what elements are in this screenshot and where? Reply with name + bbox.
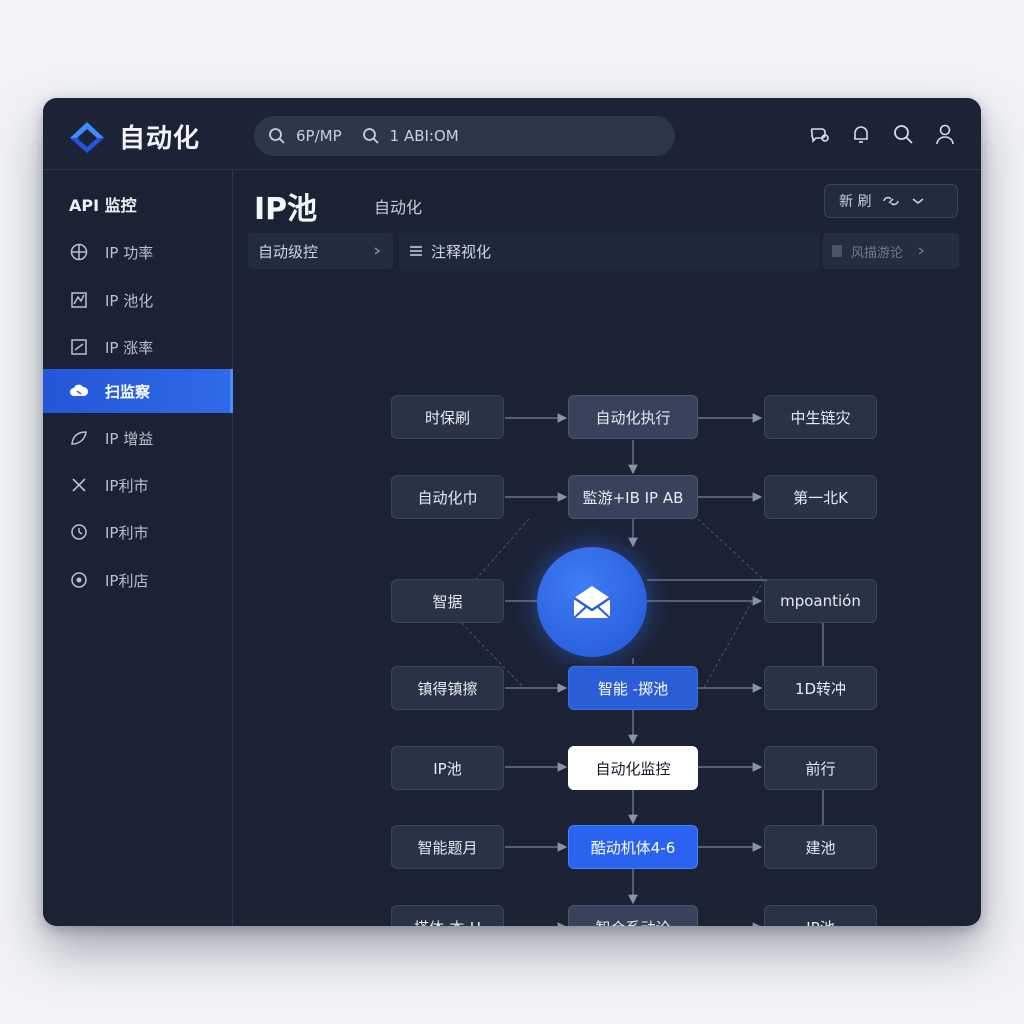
sidebar-title: API 监控 (69, 196, 137, 215)
sidebar-item-label: IP利市 (105, 523, 149, 542)
app-window: 自动化 6P/MP 1 ABI:OM API 监控 IP 功率 IP 池化 IP… (43, 98, 981, 926)
flow-node-left-7[interactable]: 搭体-本-H (391, 905, 504, 926)
chat-icon[interactable] (807, 122, 831, 146)
app-title: 自动化 (119, 124, 201, 154)
flow-node-right-4[interactable]: 1D转冲 (764, 666, 877, 710)
flow-node-left-1[interactable]: 时保刷 (391, 395, 504, 439)
sidebar-item-label: 扫监察 (105, 382, 151, 401)
sidebar-item-ip-market-1[interactable]: IP利市 (43, 463, 233, 507)
sidebar: API 监控 IP 功率 IP 池化 IP 涨率 扫监察 IP 增益 IP利市 … (43, 170, 233, 926)
sidebar-item-scan-monitor[interactable]: 扫监察 (43, 369, 233, 413)
chart-icon (69, 290, 89, 310)
flow-node-mid-5[interactable]: 酷动机体4-6 (568, 825, 698, 869)
flow-node-right-7[interactable]: IP池 (764, 905, 877, 926)
circle-dot-icon (69, 570, 89, 590)
flow-node-left-3[interactable]: 智据 (391, 579, 504, 623)
sidebar-item-ip-store[interactable]: IP利店 (43, 558, 233, 602)
flow-node-left-4[interactable]: 镇得镇擦 (391, 666, 504, 710)
split-icon (69, 475, 89, 495)
user-icon[interactable] (933, 122, 957, 146)
sidebar-item-ip-rate[interactable]: IP 涨率 (43, 325, 233, 369)
search-segment-1[interactable]: 6P/MP (268, 127, 342, 145)
sidebar-item-label: IP 涨率 (105, 338, 154, 357)
sidebar-item-ip-gain[interactable]: IP 增益 (43, 416, 233, 460)
hub-node[interactable] (537, 547, 647, 657)
search-bar[interactable]: 6P/MP 1 ABI:OM (254, 116, 675, 156)
search-segment-text: 1 ABI:OM (389, 127, 459, 145)
bell-icon[interactable] (849, 122, 873, 146)
flow-node-left-6[interactable]: 智能题月 (391, 825, 504, 869)
search-icon (269, 128, 285, 144)
leaf-icon (69, 428, 89, 448)
search-segment-2[interactable]: 1 ABI:OM (362, 127, 459, 145)
clock-icon (69, 522, 89, 542)
mail-icon (573, 586, 611, 619)
flow-node-mid-6[interactable]: 智合系动论 (568, 905, 698, 926)
sidebar-item-ip-market-2[interactable]: IP利市 (43, 510, 233, 554)
sidebar-item-label: IP利店 (105, 571, 149, 590)
search-icon[interactable] (891, 122, 915, 146)
globe-icon (69, 242, 89, 262)
sidebar-item-label: IP 池化 (105, 291, 154, 310)
flow-node-mid-1[interactable]: 自动化执行 (568, 395, 698, 439)
top-header: 自动化 6P/MP 1 ABI:OM (43, 98, 981, 170)
sidebar-item-ip-power[interactable]: IP 功率 (43, 230, 233, 274)
sidebar-item-label: IP 功率 (105, 243, 154, 262)
flow-node-right-3[interactable]: mpoantión (764, 579, 877, 623)
logo-icon (70, 122, 104, 153)
trend-icon (69, 337, 89, 357)
sidebar-item-ip-pool[interactable]: IP 池化 (43, 278, 233, 322)
flow-node-mid-2[interactable]: 監游+IB IP AB (568, 475, 698, 519)
cloud-icon (69, 381, 89, 401)
flow-node-mid-3[interactable]: 智能 -掷池 (568, 666, 698, 710)
header-icons (807, 122, 957, 146)
sidebar-item-label: IP利市 (105, 476, 149, 495)
flow-node-right-6[interactable]: 建池 (764, 825, 877, 869)
flow-node-left-5[interactable]: IP池 (391, 746, 504, 790)
flow-node-right-2[interactable]: 第一北K (764, 475, 877, 519)
search-segment-text: 6P/MP (296, 127, 342, 145)
flow-node-right-5[interactable]: 前行 (764, 746, 877, 790)
sidebar-item-label: IP 增益 (105, 429, 154, 448)
search-icon (362, 128, 379, 144)
main-panel: IP池 自动化 新 刷 自动级控 注释视化 风描游论 时保刷 自动化巾 智据 镇… (234, 170, 981, 926)
flow-node-right-1[interactable]: 中生链灾 (764, 395, 877, 439)
flow-node-left-2[interactable]: 自动化巾 (391, 475, 504, 519)
flow-node-mid-4[interactable]: 自动化监控 (568, 746, 698, 790)
flow-connectors (448, 413, 824, 926)
